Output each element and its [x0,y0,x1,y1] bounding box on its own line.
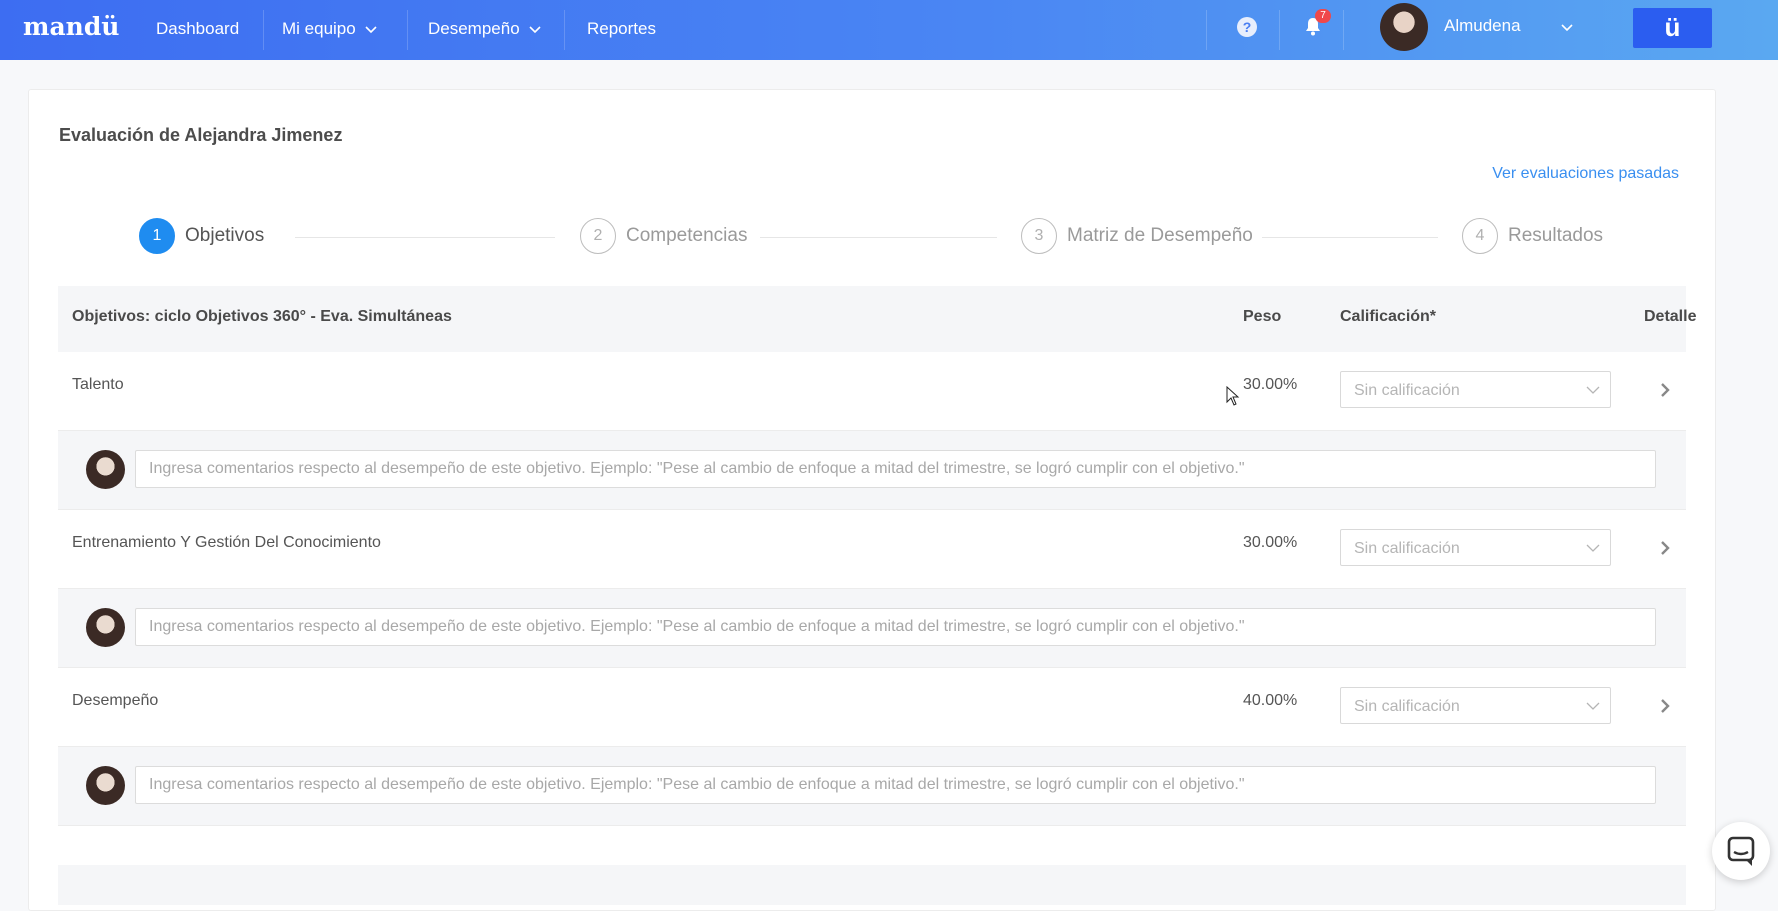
comment-row [58,431,1686,510]
chevron-right-icon[interactable] [1659,381,1671,399]
comment-input[interactable] [135,766,1656,804]
help-icon[interactable]: ? [1237,17,1257,37]
user-name[interactable]: Almudena [1444,16,1521,36]
nav-dashboard[interactable]: Dashboard [156,19,239,39]
step-connector [760,237,997,238]
header-objectives: Objetivos: ciclo Objetivos 360° - Eva. S… [72,308,452,325]
nav-reportes[interactable]: Reportes [587,19,656,39]
step-number: 1 [139,218,175,254]
step-connector [295,237,555,238]
step-number: 3 [1021,218,1057,254]
chevron-down-icon [1586,544,1600,552]
rating-select[interactable]: Sin calificación [1340,371,1611,408]
objectives-table-header: Objetivos: ciclo Objetivos 360° - Eva. S… [58,286,1696,352]
nav-desempeno[interactable]: Desempeño [428,19,542,39]
step-competencias[interactable]: 2 Competencias [580,218,747,254]
chevron-down-icon [1586,386,1600,394]
chat-icon [1727,836,1755,866]
evaluation-card: Evaluación de Alejandra Jimenez Ver eval… [28,89,1716,911]
objective-name: Talento [72,376,124,393]
rating-select-value: Sin calificación [1354,540,1460,557]
nav-dashboard-label: Dashboard [156,19,240,38]
rating-select-value: Sin calificación [1354,698,1460,715]
header-detalle: Detalle [1644,308,1697,325]
chat-launcher-button[interactable] [1712,822,1770,880]
step-matriz[interactable]: 3 Matriz de Desempeño [1021,218,1253,254]
avatar [86,450,125,489]
objective-weight: 30.00% [1243,376,1298,393]
rating-select[interactable]: Sin calificación [1340,529,1611,566]
nav-divider [564,10,565,50]
mouse-cursor-icon [1226,386,1240,406]
nav-mi-equipo[interactable]: Mi equipo [282,19,378,39]
table-row: Entrenamiento Y Gestión Del Conocimiento… [58,510,1686,589]
comment-input[interactable] [135,608,1656,646]
nav-reportes-label: Reportes [587,19,656,38]
table-row: Talento 30.00% Sin calificación [58,352,1686,431]
nav-divider [263,10,264,50]
objective-weight: 40.00% [1243,692,1298,709]
comment-row [58,747,1686,826]
avatar [86,766,125,805]
header-calificacion: Calificación* [1340,308,1437,325]
nav-divider [1343,10,1344,50]
comment-input[interactable] [135,450,1656,488]
chevron-down-icon [1586,702,1600,710]
objective-name: Entrenamiento Y Gestión Del Conocimiento [72,534,381,551]
step-objetivos[interactable]: 1 Objetivos [139,218,264,254]
brand-button[interactable]: ü [1633,8,1712,48]
step-connector [1262,237,1438,238]
rating-select-value: Sin calificación [1354,382,1460,399]
nav-mi-equipo-label: Mi equipo [282,19,356,38]
nav-divider [1206,10,1207,50]
step-resultados[interactable]: 4 Resultados [1462,218,1603,254]
objective-weight: 30.00% [1243,534,1298,551]
step-label: Objetivos [185,225,265,246]
objective-name: Desempeño [72,692,159,709]
nav-divider [407,10,408,50]
step-label: Resultados [1508,225,1604,246]
next-section-bar [58,865,1686,905]
step-number: 4 [1462,218,1498,254]
top-navbar: mandü Dashboard Mi equipo Desempeño Repo… [0,0,1778,60]
step-label: Competencias [626,225,748,246]
past-evaluations-link[interactable]: Ver evaluaciones pasadas [1492,165,1679,183]
step-label: Matriz de Desempeño [1067,225,1253,246]
nav-divider [1279,10,1280,50]
chevron-down-icon [529,26,541,34]
rating-select[interactable]: Sin calificación [1340,687,1611,724]
chevron-down-icon [365,26,377,34]
header-peso: Peso [1243,308,1282,325]
notification-badge: 7 [1315,9,1331,23]
chevron-right-icon[interactable] [1659,539,1671,557]
avatar [86,608,125,647]
nav-desempeno-label: Desempeño [428,19,520,38]
table-row: Desempeño 40.00% Sin calificación [58,668,1686,747]
chevron-down-icon[interactable] [1560,20,1574,34]
mandu-logo[interactable]: mandü [23,12,119,41]
user-avatar[interactable] [1380,3,1428,51]
comment-row [58,589,1686,668]
page-title: Evaluación de Alejandra Jimenez [59,125,343,145]
chevron-right-icon[interactable] [1659,697,1671,715]
step-number: 2 [580,218,616,254]
